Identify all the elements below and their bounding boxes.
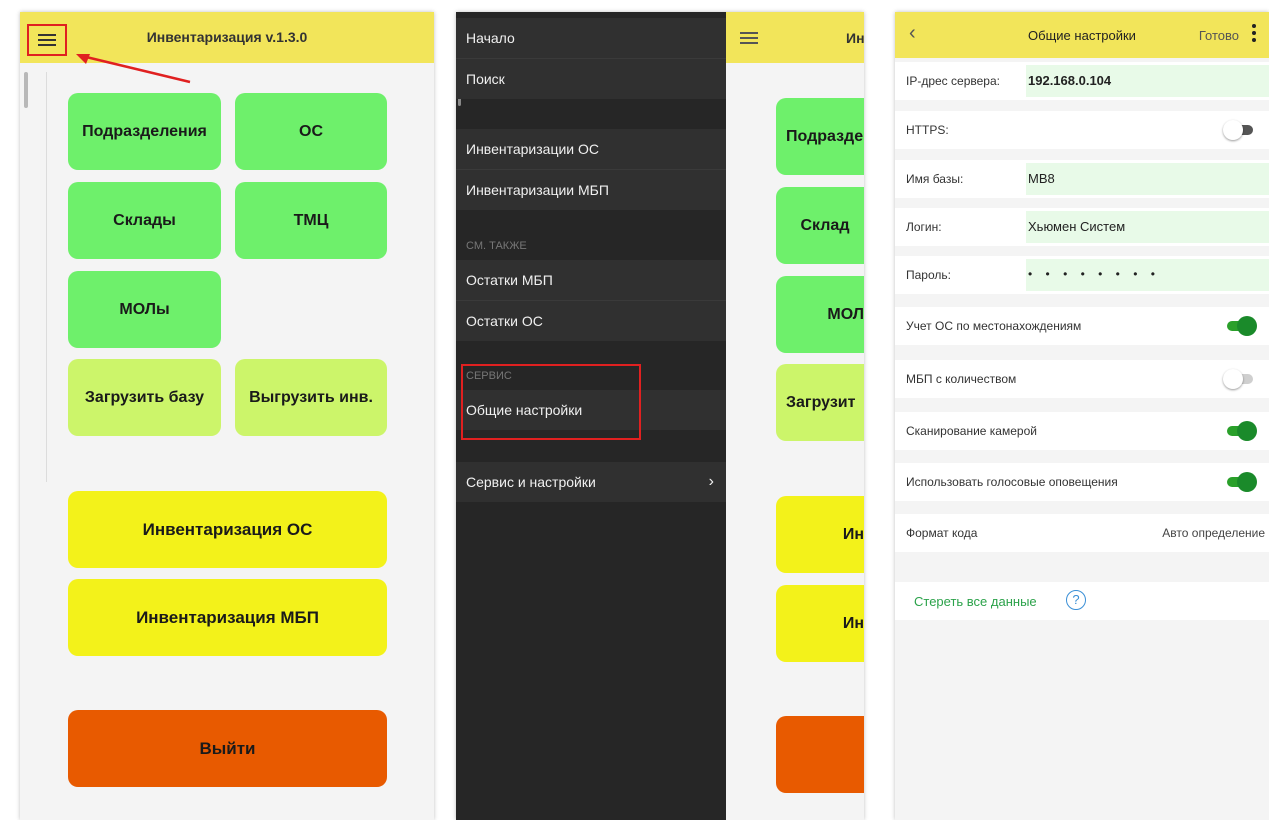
hamburger-icon xyxy=(740,32,758,44)
password-label: Пароль: xyxy=(906,268,951,282)
main-menu-screen: Инвентаризация v.1.3.0 Подразделения ОС … xyxy=(20,12,434,820)
highlight-box xyxy=(461,364,641,440)
code-format-value[interactable]: Авто определение xyxy=(1162,526,1265,540)
db-name-input[interactable]: MB8 xyxy=(1026,163,1269,195)
load-database-button[interactable]: Загрузит xyxy=(776,364,864,441)
camera-scan-toggle[interactable] xyxy=(1223,421,1257,441)
settings-header: ‹ Общие настройки Готово xyxy=(895,12,1269,58)
voice-alerts-row: Использовать голосовые оповещения xyxy=(895,463,1269,501)
tile-responsible-persons[interactable]: МОЛы xyxy=(68,271,221,348)
done-button[interactable]: Готово xyxy=(1199,28,1239,43)
camera-scan-row: Сканирование камерой xyxy=(895,412,1269,450)
drawer-item-search[interactable]: Поиск xyxy=(456,59,726,99)
voice-alerts-toggle[interactable] xyxy=(1223,472,1257,492)
ip-row: IP-дрес сервера: 192.168.0.104 xyxy=(895,62,1269,100)
mbp-quantity-label: МБП с количеством xyxy=(906,372,1017,386)
ip-label: IP-дрес сервера: xyxy=(906,74,1000,88)
section-header-see-also: СМ. ТАКЖЕ xyxy=(466,240,527,252)
app-title: Инвентаризация v.1.3.0 xyxy=(146,29,308,45)
drawer-item-service-settings[interactable]: Сервис и настройки › xyxy=(456,462,726,502)
login-row: Логин: Хьюмен Систем xyxy=(895,208,1269,246)
drawer-item-mbp-balances[interactable]: Остатки МБП xyxy=(456,260,726,300)
code-format-label: Формат кода xyxy=(906,526,978,540)
exit-button[interactable]: Выйти xyxy=(68,710,387,787)
camera-scan-label: Сканирование камерой xyxy=(906,424,1037,438)
chevron-right-icon: › xyxy=(708,473,714,490)
login-label: Логин: xyxy=(906,220,942,234)
db-name-label: Имя базы: xyxy=(906,172,964,186)
https-row: HTTPS: xyxy=(895,111,1269,149)
app-title-truncated: Ин xyxy=(846,30,864,46)
https-toggle[interactable] xyxy=(1223,120,1257,140)
more-vertical-icon[interactable] xyxy=(1245,24,1263,44)
mbp-quantity-toggle[interactable] xyxy=(1223,369,1257,389)
drawer-item-home[interactable]: Начало xyxy=(456,18,726,58)
tile-fixed-assets[interactable]: ОС xyxy=(235,93,387,170)
help-icon[interactable]: ? xyxy=(1066,590,1086,610)
tile-responsible-persons[interactable]: МОЛ xyxy=(776,276,864,353)
settings-screen: ‹ Общие настройки Готово IP-дрес сервера… xyxy=(895,12,1269,820)
ip-input[interactable]: 192.168.0.104 xyxy=(1026,65,1269,97)
clear-data-row: Стереть все данные ? xyxy=(895,582,1269,620)
drawer-item-mbp-inventories[interactable]: Инвентаризации МБП xyxy=(456,170,726,210)
tile-warehouses[interactable]: Склады xyxy=(68,182,221,259)
inventory-os-button[interactable]: Ин xyxy=(776,496,864,573)
mbp-quantity-row: МБП с количеством xyxy=(895,360,1269,398)
password-row: Пароль: • • • • • • • • xyxy=(895,256,1269,294)
login-input[interactable]: Хьюмен Систем xyxy=(1026,211,1269,243)
https-label: HTTPS: xyxy=(906,123,949,137)
tile-warehouses[interactable]: Склад xyxy=(776,187,864,264)
divider xyxy=(46,72,47,482)
tile-departments[interactable]: Подразделения xyxy=(68,93,221,170)
os-location-toggle[interactable] xyxy=(1223,316,1257,336)
inventory-os-button[interactable]: Инвентаризация ОС xyxy=(68,491,387,568)
inventory-mbp-button[interactable]: Инвентаризация МБП xyxy=(68,579,387,656)
annotation-arrow-icon xyxy=(76,54,191,84)
code-format-row[interactable]: Формат кода Авто определение xyxy=(895,514,1269,552)
exit-button[interactable] xyxy=(776,716,864,793)
inventory-mbp-button[interactable]: Ин xyxy=(776,585,864,662)
export-inventory-button[interactable]: Выгрузить инв. xyxy=(235,359,387,436)
load-database-button[interactable]: Загрузить базу xyxy=(68,359,221,436)
drawer-item-os-inventories[interactable]: Инвентаризации ОС xyxy=(456,129,726,169)
clear-all-data-link[interactable]: Стереть все данные xyxy=(914,594,1037,609)
tile-departments[interactable]: Подразде xyxy=(776,98,864,175)
drawer-screen: Ин Подразде Склад МОЛ Загрузит Ин Ин Нач… xyxy=(456,12,864,820)
app-header-behind: Ин xyxy=(726,12,864,63)
os-location-row: Учет ОС по местонахождениям xyxy=(895,307,1269,345)
drawer-item-os-balances[interactable]: Остатки ОС xyxy=(456,301,726,341)
password-input[interactable]: • • • • • • • • xyxy=(1026,259,1269,291)
db-name-row: Имя базы: MB8 xyxy=(895,160,1269,198)
tile-goods[interactable]: ТМЦ xyxy=(235,182,387,259)
drawer-item-label: Сервис и настройки xyxy=(466,474,596,490)
scroll-indicator[interactable] xyxy=(24,72,28,108)
voice-alerts-label: Использовать голосовые оповещения xyxy=(906,475,1118,489)
os-location-label: Учет ОС по местонахождениям xyxy=(906,319,1082,333)
